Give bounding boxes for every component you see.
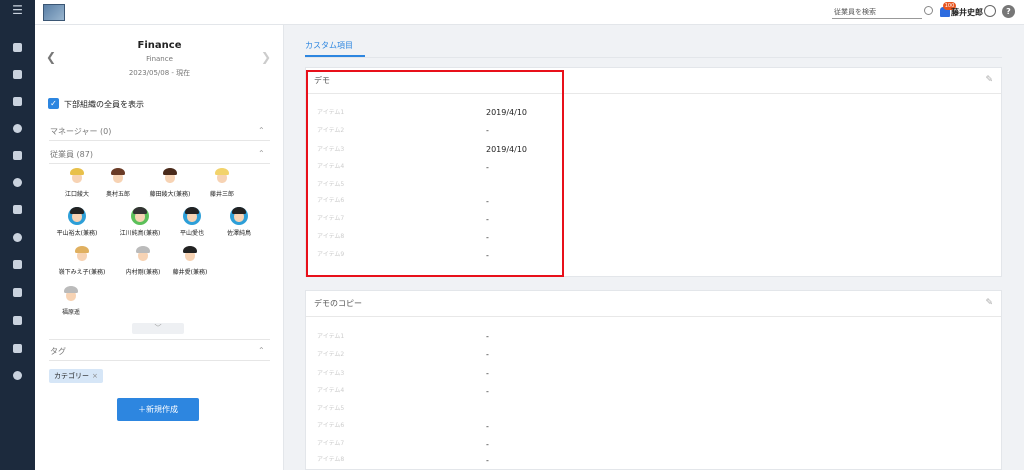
- menu-icon[interactable]: ☰: [0, 1, 35, 19]
- employee-card[interactable]: 藤田綾大(兼務): [140, 168, 200, 198]
- chat-icon[interactable]: [0, 146, 35, 164]
- item-value: -: [486, 369, 489, 378]
- employee-card[interactable]: 藤井三郎: [192, 168, 252, 198]
- employee-name: 藤田綾大(兼務): [149, 191, 191, 198]
- employee-avatar: [183, 207, 201, 225]
- contacts-icon[interactable]: [0, 255, 35, 273]
- item-label: アイテム1: [317, 333, 345, 340]
- item-label: アイテム6: [317, 422, 345, 429]
- item-label: アイテム7: [317, 440, 345, 447]
- item-label: アイテム4: [317, 387, 345, 394]
- document-icon[interactable]: [0, 92, 35, 110]
- employee-name: 江川純鳥(兼務): [119, 230, 161, 237]
- edit-pencil-icon[interactable]: ✎: [985, 75, 993, 85]
- employee-avatar: [181, 246, 199, 264]
- company-logo[interactable]: [43, 4, 65, 21]
- org-title: Finance: [137, 40, 182, 51]
- item-label: アイテム8: [317, 456, 345, 463]
- employee-name: 福原遥: [61, 309, 80, 316]
- item-label: アイテム2: [317, 351, 345, 358]
- edit-pencil-icon[interactable]: ✎: [985, 298, 993, 308]
- manager-collapse-chevron-icon[interactable]: ⌃: [258, 126, 265, 135]
- item-label: アイテム5: [317, 405, 345, 412]
- employee-avatar: [109, 168, 127, 186]
- employee-avatar: [134, 246, 152, 264]
- divider: [49, 339, 270, 340]
- item-label: アイテム3: [317, 370, 345, 377]
- user-settings-icon[interactable]: [0, 366, 35, 384]
- info-icon[interactable]: [0, 228, 35, 246]
- item-value: -: [486, 440, 489, 449]
- employee-section-header[interactable]: 従業員 (87): [50, 149, 93, 160]
- org-chart-icon[interactable]: [0, 65, 35, 83]
- download-icon[interactable]: [0, 339, 35, 357]
- employee-avatar: [230, 207, 248, 225]
- tag-section-header[interactable]: タグ: [50, 346, 66, 357]
- category-tag[interactable]: カテゴリー ×: [49, 369, 103, 383]
- show-all-members-label[interactable]: 下部組織の全員を表示: [64, 99, 144, 110]
- employee-name: 平山裕太(兼務): [56, 230, 98, 237]
- org-date-range: 2023/05/08 - 現在: [128, 69, 191, 77]
- mail-icon[interactable]: [0, 311, 35, 329]
- card-title: デモのコピー: [314, 299, 362, 308]
- card-divider: [306, 316, 1001, 317]
- employee-card[interactable]: 平山裕太(兼務): [47, 207, 107, 237]
- employee-avatar: [161, 168, 179, 186]
- employee-card[interactable]: 江川純鳥(兼務): [110, 207, 170, 237]
- employee-avatar: [213, 168, 231, 186]
- manager-section-header[interactable]: マネージャー (0): [50, 126, 111, 137]
- item-value: -: [486, 422, 489, 431]
- divider: [49, 163, 270, 164]
- employee-avatar: [62, 286, 80, 304]
- tabs-divider: [305, 57, 1002, 58]
- employee-card[interactable]: 福原遥: [41, 286, 101, 316]
- book-icon[interactable]: [0, 283, 35, 301]
- employee-name: 藤井三郎: [209, 191, 234, 198]
- employee-avatar: [68, 207, 86, 225]
- employee-avatar: [131, 207, 149, 225]
- chart-icon[interactable]: [0, 200, 35, 218]
- expand-employees-button[interactable]: ﹀: [132, 323, 184, 334]
- employee-card[interactable]: 藤井愛(兼務): [160, 246, 220, 276]
- remove-tag-icon[interactable]: ×: [92, 372, 98, 380]
- employee-name: 藤井愛(兼務): [172, 269, 208, 276]
- user-profile-icon[interactable]: [984, 5, 996, 17]
- tag-label: カテゴリー: [54, 372, 89, 380]
- tag-collapse-chevron-icon[interactable]: ⌃: [258, 346, 265, 355]
- custom-item-card: デモのコピー ✎ アイテム1 - アイテム2 - アイテム3 - アイテム4 - アイテム5 アイ…: [305, 290, 1002, 470]
- tab-custom-items[interactable]: カスタム項目: [305, 40, 353, 51]
- current-user-name[interactable]: 藤井史郎: [951, 7, 983, 18]
- divider: [49, 360, 270, 361]
- search-icon[interactable]: [924, 6, 933, 15]
- org-subtitle: Finance: [146, 55, 173, 63]
- employee-name: 奥村五郎: [105, 191, 130, 198]
- employee-collapse-chevron-icon[interactable]: ⌃: [258, 149, 265, 158]
- employee-card[interactable]: 佐澤純鳥: [209, 207, 269, 237]
- link-icon[interactable]: [0, 173, 35, 191]
- employee-card[interactable]: 嶺下みえ子(兼務): [52, 246, 112, 276]
- divider: [49, 140, 270, 141]
- show-all-members-checkbox[interactable]: ✓: [48, 98, 59, 109]
- left-navigation-rail: ☰: [0, 0, 35, 470]
- employee-avatar: [68, 168, 86, 186]
- home-icon[interactable]: [0, 38, 35, 56]
- help-icon[interactable]: ?: [1002, 5, 1015, 18]
- item-value: -: [486, 387, 489, 396]
- item-value: -: [486, 456, 489, 465]
- highlight-annotation-box: [306, 70, 564, 277]
- employee-name: 嶺下みえ子(兼務): [58, 269, 106, 276]
- item-value: -: [486, 332, 489, 341]
- employee-avatar: [73, 246, 91, 264]
- create-new-button[interactable]: ＋新規作成: [117, 398, 199, 421]
- employee-name: 佐澤純鳥: [226, 230, 251, 237]
- search-nav-icon[interactable]: [0, 119, 35, 137]
- employee-card[interactable]: 奥村五郎: [88, 168, 148, 198]
- employee-search-input[interactable]: 従業員を検索: [832, 5, 922, 19]
- item-value: -: [486, 350, 489, 359]
